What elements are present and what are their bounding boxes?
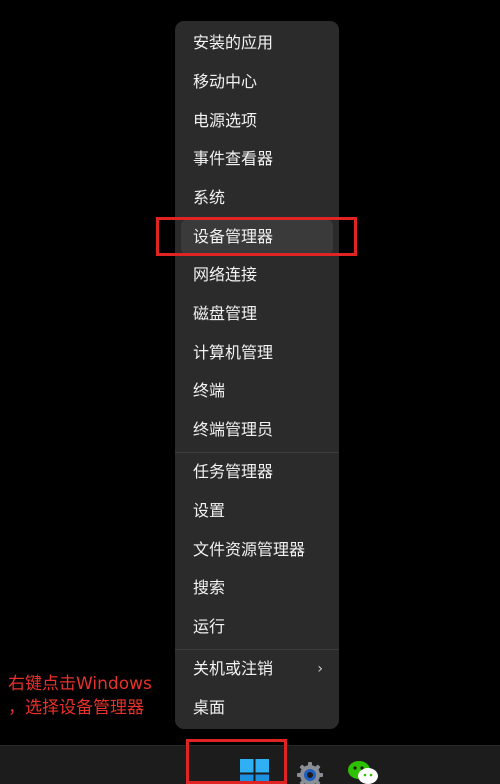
- menu-item-label: 移动中心: [193, 72, 258, 91]
- menu-separator: [175, 452, 339, 453]
- menu-item-label: 电源选项: [193, 111, 258, 130]
- menu-item-label: 终端管理员: [193, 420, 274, 439]
- menu-item-label: 文件资源管理器: [193, 540, 306, 559]
- menu-item-label: 安装的应用: [193, 33, 274, 52]
- menu-item-label: 计算机管理: [193, 343, 274, 362]
- menu-item-power-options[interactable]: 电源选项: [181, 104, 333, 138]
- menu-item-label: 终端: [193, 381, 226, 400]
- menu-item-file-explorer[interactable]: 文件资源管理器: [181, 533, 333, 567]
- menu-item-label: 设置: [193, 501, 226, 520]
- menu-item-network-connections[interactable]: 网络连接: [181, 258, 333, 292]
- screen: 安装的应用 移动中心 电源选项 事件查看器 系统 设备管理器 网络连接 磁盘管理…: [0, 0, 500, 784]
- menu-item-settings[interactable]: 设置: [181, 494, 333, 528]
- settings-gear-icon[interactable]: [295, 760, 325, 784]
- menu-item-label: 搜索: [193, 578, 226, 597]
- highlight-box-device-manager: [156, 217, 357, 256]
- menu-item-terminal-admin[interactable]: 终端管理员: [181, 413, 333, 447]
- menu-item-task-manager[interactable]: 任务管理器: [181, 455, 333, 489]
- menu-item-label: 关机或注销: [193, 659, 274, 678]
- menu-item-installed-apps[interactable]: 安装的应用: [181, 26, 333, 60]
- context-menu: 安装的应用 移动中心 电源选项 事件查看器 系统 设备管理器 网络连接 磁盘管理…: [175, 21, 339, 729]
- chevron-right-icon: ›: [317, 661, 323, 677]
- menu-separator: [175, 649, 339, 650]
- menu-item-terminal[interactable]: 终端: [181, 374, 333, 408]
- menu-item-shutdown-signout[interactable]: 关机或注销 ›: [181, 652, 333, 686]
- menu-item-mobility-center[interactable]: 移动中心: [181, 65, 333, 99]
- menu-item-event-viewer[interactable]: 事件查看器: [181, 142, 333, 176]
- menu-item-computer-management[interactable]: 计算机管理: [181, 336, 333, 370]
- menu-item-label: 任务管理器: [193, 462, 274, 481]
- annotation-line-1: 右键点击Windows: [8, 674, 152, 694]
- menu-item-label: 事件查看器: [193, 149, 274, 168]
- menu-item-search[interactable]: 搜索: [181, 571, 333, 605]
- menu-item-label: 桌面: [193, 698, 226, 717]
- menu-item-run[interactable]: 运行: [181, 610, 333, 644]
- annotation-caption: 右键点击Windows ，选择设备管理器: [8, 672, 152, 720]
- menu-item-disk-management[interactable]: 磁盘管理: [181, 297, 333, 331]
- annotation-line-2: ，选择设备管理器: [8, 698, 144, 718]
- menu-item-label: 运行: [193, 617, 226, 636]
- menu-item-desktop[interactable]: 桌面: [181, 691, 333, 725]
- wechat-icon[interactable]: [347, 759, 379, 784]
- highlight-box-start-button: [186, 739, 287, 784]
- menu-item-label: 网络连接: [193, 265, 258, 284]
- menu-item-label: 系统: [193, 188, 226, 207]
- menu-item-label: 磁盘管理: [193, 304, 258, 323]
- menu-item-system[interactable]: 系统: [181, 181, 333, 215]
